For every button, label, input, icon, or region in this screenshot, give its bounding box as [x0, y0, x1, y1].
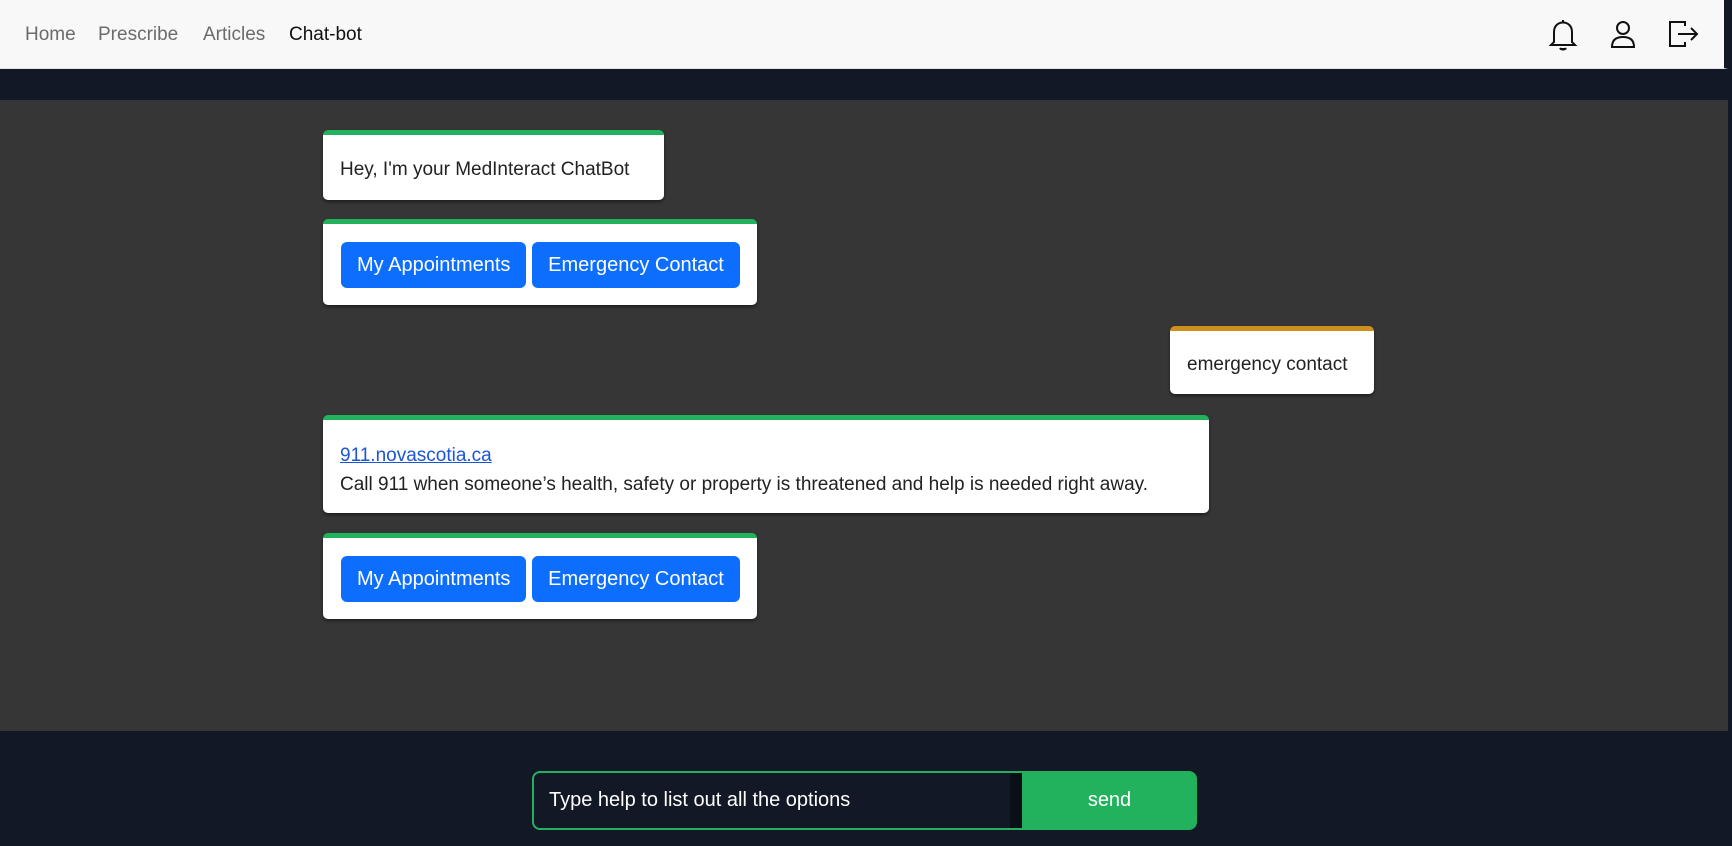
nav-link-articles[interactable]: Articles: [203, 24, 265, 46]
input-divider: [1010, 773, 1022, 828]
my-appointments-button[interactable]: My Appointments: [341, 556, 526, 602]
bot-options-2: My Appointments Emergency Contact: [323, 533, 757, 619]
top-navbar: Home Prescribe Articles Chat-bot: [0, 0, 1728, 69]
bell-icon[interactable]: [1546, 17, 1580, 51]
emergency-link[interactable]: 911.novascotia.ca: [340, 445, 492, 466]
bot-options-1: My Appointments Emergency Contact: [323, 219, 757, 305]
my-appointments-button[interactable]: My Appointments: [341, 242, 526, 288]
user-message-text: emergency contact: [1187, 354, 1348, 375]
bot-message-text: Hey, I'm your MedInteract ChatBot: [340, 159, 630, 180]
user-message: emergency contact: [1170, 326, 1374, 394]
message-composer: send: [532, 771, 1197, 830]
emergency-contact-button[interactable]: Emergency Contact: [532, 242, 740, 288]
nav-link-chat-bot[interactable]: Chat-bot: [289, 24, 362, 46]
emergency-contact-button[interactable]: Emergency Contact: [532, 556, 740, 602]
emergency-info-text: Call 911 when someone’s health, safety o…: [340, 474, 1149, 495]
nav-link-prescribe[interactable]: Prescribe: [98, 24, 178, 46]
nav-link-home[interactable]: Home: [25, 24, 76, 46]
bot-message-greeting: Hey, I'm your MedInteract ChatBot: [323, 130, 664, 200]
message-input[interactable]: [532, 771, 1022, 830]
bot-message-emergency: 911.novascotia.ca Call 911 when someone’…: [323, 415, 1209, 513]
send-button[interactable]: send: [1022, 771, 1197, 830]
user-icon[interactable]: [1606, 17, 1640, 51]
logout-icon[interactable]: [1666, 17, 1700, 51]
chat-area: Hey, I'm your MedInteract ChatBot My App…: [0, 100, 1728, 731]
